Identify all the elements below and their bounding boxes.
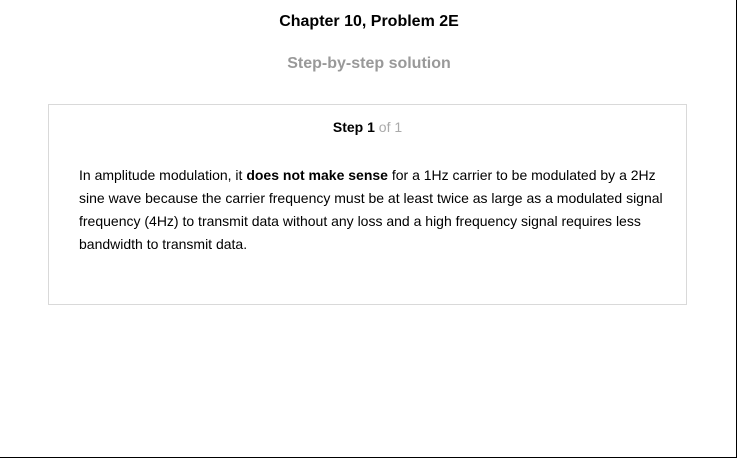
step-number: 1 <box>367 119 375 135</box>
step-label: Step <box>332 119 364 135</box>
step-text: In amplitude modulation, it does not mak… <box>79 164 664 256</box>
step-count: of 1 <box>378 119 403 135</box>
step-card: Step 1 of 1 In amplitude modulation, it … <box>48 104 687 305</box>
page-subtitle: Step-by-step solution <box>287 55 451 72</box>
page-title: Chapter 10, Problem 2E <box>279 13 459 30</box>
step-header: Step 1 of 1 <box>49 119 686 135</box>
step-text-emphasis: does not make sense <box>246 167 388 183</box>
step-text-before: In amplitude modulation, it <box>79 167 247 183</box>
